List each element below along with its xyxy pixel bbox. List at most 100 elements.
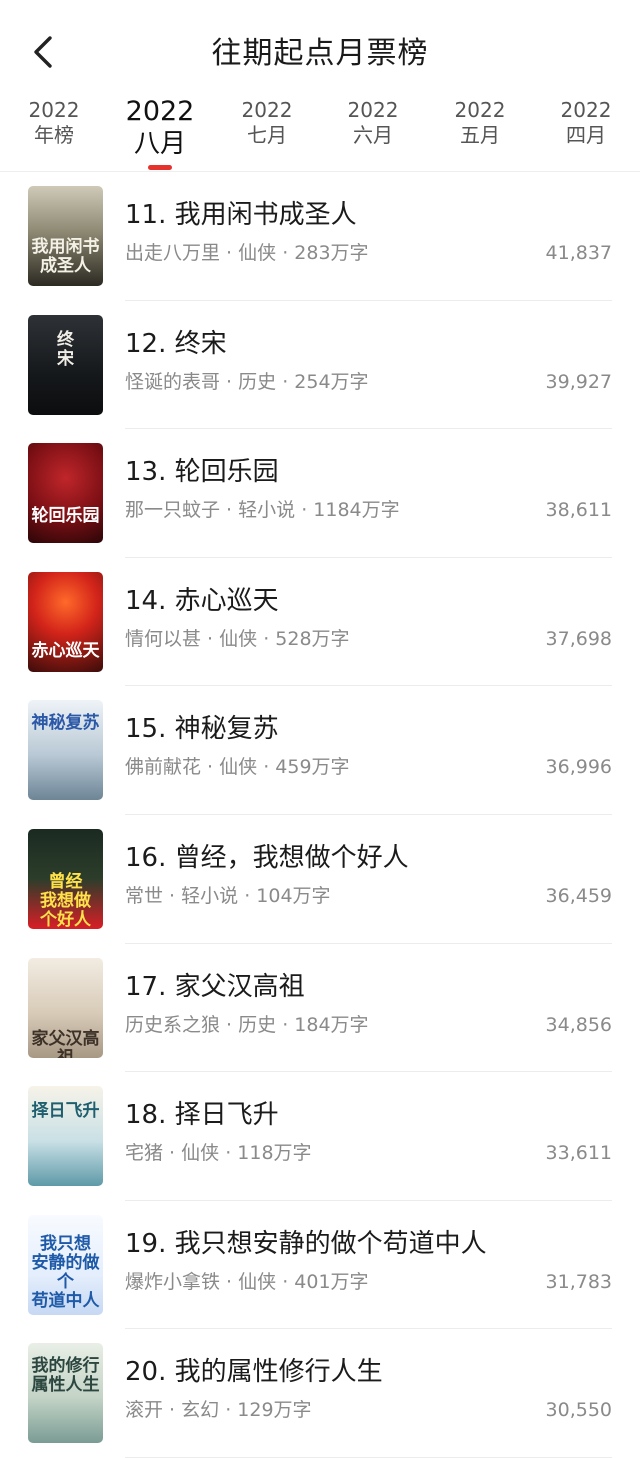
book-title[interactable]: 19. 我只想安静的做个苟道中人 — [125, 1227, 612, 1261]
book-row[interactable]: 轮回乐园 13. 轮回乐园 那一只蚊子 · 轻小说 · 1184万字 38,611 — [0, 429, 640, 558]
book-name: 家父汉高祖 — [174, 971, 305, 1002]
book-cover-title: 赤心巡天 — [31, 640, 100, 661]
meta-separator: · — [220, 242, 239, 264]
book-row[interactable]: 我的修行 属性人生 20. 我的属性修行人生滚开 · 玄幻 · 129万字 30,5… — [0, 1329, 640, 1458]
book-cover[interactable]: 我只想 安静的做个 苟道中人 — [28, 1214, 103, 1315]
monthly-ticket-count: 31,783 — [545, 1270, 612, 1293]
book-title[interactable]: 18. 择日飞升 — [125, 1098, 612, 1132]
book-author: 佛前献花 — [125, 756, 202, 779]
monthly-ticket-count: 38,611 — [545, 499, 612, 522]
book-cover-title: 家父汉高祖 — [31, 1028, 100, 1058]
book-row[interactable]: 终 宋 12. 终宋怪诞的表哥 · 历史 · 254万字 39,927 — [0, 301, 640, 430]
book-rank: 19. — [125, 1228, 167, 1259]
book-rank: 18. — [125, 1100, 167, 1131]
book-genre: 历史 — [238, 1013, 277, 1036]
book-meta: 怪诞的表哥 · 历史 · 254万字 39,927 — [125, 369, 612, 395]
book-row[interactable]: 家父汉高祖 17. 家父汉高祖 历史系之狼 · 历史 · 184万字 34,856 — [0, 944, 640, 1073]
book-title[interactable]: 15. 神秘复苏 — [125, 712, 612, 746]
book-title[interactable]: 12. 终宋 — [125, 327, 612, 361]
book-cover[interactable]: 我用闲书 成圣人 — [28, 186, 103, 286]
book-genre: 仙侠 — [238, 242, 277, 264]
tab-july[interactable]: 2022 七月 — [217, 98, 317, 148]
meta-separator: · — [295, 499, 314, 522]
book-info: 14. 赤心巡天情何以甚 · 仙侠 · 528万字 37,698 — [125, 584, 612, 652]
tab-year-label: 2022 — [125, 96, 195, 127]
tab-year[interactable]: 2022 年榜 — [4, 98, 104, 148]
book-row[interactable]: 我用闲书 成圣人 11. 我用闲书成圣人出走八万里 · 仙侠 · 283万字 41,… — [0, 172, 640, 301]
book-row[interactable]: 我只想 安静的做个 苟道中人 19. 我只想安静的做个苟道中人 爆炸小拿铁 · 仙侠… — [0, 1201, 640, 1330]
book-info: 20. 我的属性修行人生滚开 · 玄幻 · 129万字 30,550 — [125, 1355, 612, 1423]
book-meta: 情何以甚 · 仙侠 · 528万字 37,698 — [125, 626, 612, 652]
book-rank: 20. — [125, 1357, 167, 1388]
book-genre: 轻小说 — [238, 499, 296, 522]
book-cover[interactable]: 家父汉高祖 — [28, 957, 103, 1058]
book-genre: 玄幻 — [181, 1399, 220, 1422]
meta-separator: · — [220, 499, 239, 522]
book-cover[interactable]: 轮回乐园 — [28, 443, 103, 544]
book-title[interactable]: 17. 家父汉高祖 — [125, 970, 612, 1004]
monthly-ticket-count: 41,837 — [545, 242, 612, 264]
book-title[interactable]: 13. 轮回乐园 — [125, 455, 612, 489]
book-meta-text: 宅猪 · 仙侠 · 118万字 — [125, 1140, 312, 1166]
book-title[interactable]: 16. 曾经，我想做个好人 — [125, 841, 612, 875]
book-meta: 佛前献花 · 仙侠 · 459万字 36,996 — [125, 754, 612, 780]
meta-separator: · — [276, 1013, 295, 1036]
meta-separator: · — [220, 1013, 239, 1036]
book-cover[interactable]: 我的修行 属性人生 — [28, 1343, 103, 1444]
book-author: 常世 — [125, 884, 164, 907]
meta-separator: · — [163, 1399, 182, 1422]
book-row[interactable]: 赤心巡天 14. 赤心巡天情何以甚 · 仙侠 · 528万字 37,698 — [0, 558, 640, 687]
monthly-ticket-count: 36,996 — [545, 756, 612, 779]
tab-year-label: 2022 — [28, 98, 80, 122]
meta-separator: · — [201, 756, 220, 779]
book-cover[interactable]: 神秘复苏 — [28, 700, 103, 801]
month-tabs: 2022 年榜 2022 八月 2022 七月 2022 六月 2022 五月 … — [0, 96, 640, 172]
tab-period-label: 八月 — [133, 129, 186, 159]
book-genre: 仙侠 — [238, 1270, 277, 1293]
back-button[interactable] — [28, 32, 58, 72]
tab-may[interactable]: 2022 五月 — [430, 98, 530, 148]
book-title[interactable]: 11. 我用闲书成圣人 — [125, 198, 612, 232]
book-title[interactable]: 20. 我的属性修行人生 — [125, 1355, 612, 1389]
book-cover[interactable]: 终 宋 — [28, 314, 103, 415]
book-word-count: 104万字 — [256, 884, 331, 907]
book-row[interactable]: 曾经 我想做 个好人 16. 曾经，我想做个好人常世 · 轻小说 · 104万字 3… — [0, 815, 640, 944]
book-word-count: 118万字 — [237, 1142, 312, 1165]
book-meta: 那一只蚊子 · 轻小说 · 1184万字 38,611 — [125, 497, 612, 523]
tab-august[interactable]: 2022 八月 — [110, 96, 210, 160]
book-cover-title: 曾经 我想做 个好人 — [40, 871, 91, 929]
meta-separator: · — [257, 627, 276, 650]
meta-separator: · — [220, 1270, 239, 1293]
book-rank: 14. — [125, 585, 167, 616]
tab-april[interactable]: 2022 四月 — [536, 98, 636, 148]
book-meta: 常世 · 轻小说 · 104万字 36,459 — [125, 883, 612, 909]
book-word-count: 459万字 — [275, 756, 350, 779]
book-name: 择日飞升 — [174, 1100, 279, 1131]
meta-separator: · — [220, 370, 239, 393]
tab-period-label: 五月 — [460, 123, 500, 147]
book-word-count: 184万字 — [294, 1013, 369, 1036]
book-row[interactable]: 择日飞升 18. 择日飞升 宅猪 · 仙侠 · 118万字 33,611 — [0, 1072, 640, 1201]
book-name: 我只想安静的做个苟道中人 — [174, 1228, 487, 1259]
book-genre: 仙侠 — [219, 627, 258, 650]
book-cover[interactable]: 曾经 我想做 个好人 — [28, 828, 103, 929]
tab-june[interactable]: 2022 六月 — [323, 98, 423, 148]
book-rank: 15. — [125, 714, 167, 745]
book-cover[interactable]: 赤心巡天 — [28, 571, 103, 672]
book-rank: 16. — [125, 842, 167, 873]
book-info: 13. 轮回乐园那一只蚊子 · 轻小说 · 1184万字 38,611 — [125, 455, 612, 523]
book-title[interactable]: 14. 赤心巡天 — [125, 584, 612, 618]
book-cover[interactable]: 择日飞升 — [28, 1086, 103, 1187]
book-cover-title: 终 宋 — [57, 329, 74, 369]
book-word-count: 129万字 — [237, 1399, 312, 1422]
book-row[interactable]: 神秘复苏 15. 神秘复苏 佛前献花 · 仙侠 · 459万字 36,996 — [0, 686, 640, 815]
meta-separator: · — [257, 756, 276, 779]
book-info: 19. 我只想安静的做个苟道中人 爆炸小拿铁 · 仙侠 · 401万字 31,783 — [125, 1227, 612, 1295]
book-meta: 出走八万里 · 仙侠 · 283万字 41,837 — [125, 240, 612, 266]
book-cover-title: 我只想 安静的做个 苟道中人 — [31, 1233, 100, 1311]
book-name: 轮回乐园 — [174, 457, 279, 488]
book-meta-text: 情何以甚 · 仙侠 · 528万字 — [125, 626, 350, 652]
book-name: 我用闲书成圣人 — [174, 200, 357, 230]
book-author: 滚开 — [125, 1399, 164, 1422]
book-meta: 滚开 · 玄幻 · 129万字 30,550 — [125, 1397, 612, 1423]
